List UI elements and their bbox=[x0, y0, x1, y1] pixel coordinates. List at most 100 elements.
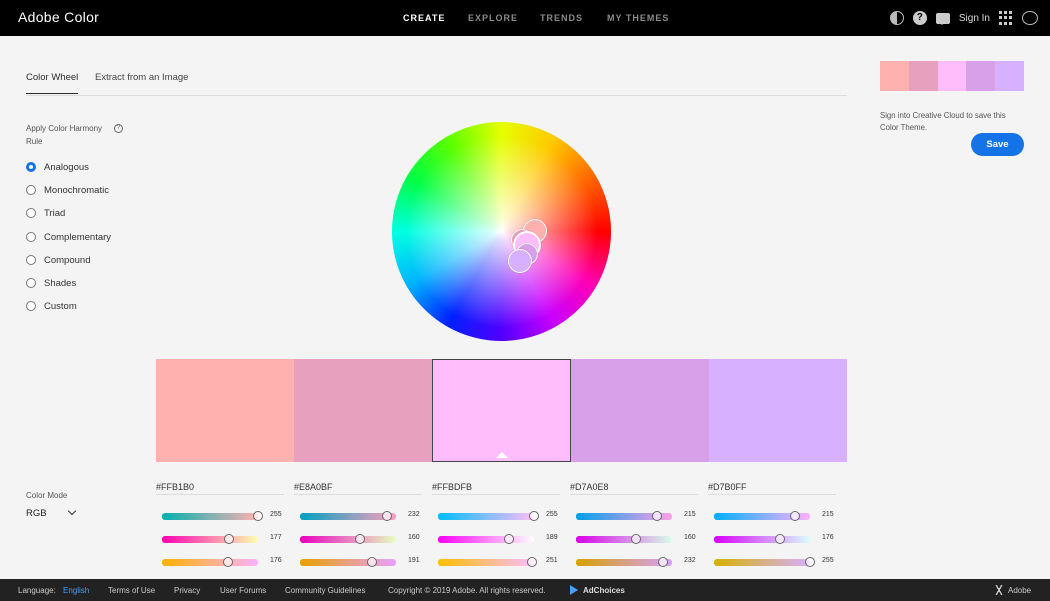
slider-knob[interactable] bbox=[367, 557, 377, 567]
green-slider[interactable]: 160 bbox=[300, 533, 422, 544]
blue-slider[interactable]: 191 bbox=[300, 556, 422, 567]
swatch-3[interactable] bbox=[432, 359, 571, 462]
creative-cloud-icon[interactable] bbox=[1022, 11, 1038, 25]
adchoices-icon[interactable] bbox=[570, 585, 578, 595]
save-button[interactable]: Save bbox=[971, 133, 1024, 156]
blue-slider[interactable]: 255 bbox=[714, 556, 836, 567]
slider-track[interactable] bbox=[576, 536, 672, 543]
adchoices-link[interactable]: AdChoices bbox=[583, 586, 625, 595]
radio-icon[interactable] bbox=[26, 208, 36, 218]
slider-track[interactable] bbox=[714, 559, 810, 566]
community-guidelines-link[interactable]: Community Guidelines bbox=[285, 586, 365, 595]
app-grid-icon[interactable] bbox=[999, 11, 1013, 25]
slider-track[interactable] bbox=[300, 559, 396, 566]
preview-swatch bbox=[908, 61, 938, 91]
hex-input[interactable]: #FFB1B0 bbox=[156, 478, 284, 495]
radio-icon[interactable] bbox=[26, 232, 36, 242]
red-slider[interactable]: 215 bbox=[714, 510, 836, 521]
slider-knob[interactable] bbox=[790, 511, 800, 521]
info-icon[interactable]: ? bbox=[114, 124, 123, 133]
slider-track[interactable] bbox=[438, 559, 534, 566]
slider-knob[interactable] bbox=[652, 511, 662, 521]
slider-knob[interactable] bbox=[658, 557, 668, 567]
blue-slider[interactable]: 251 bbox=[438, 556, 560, 567]
radio-icon[interactable] bbox=[26, 301, 36, 311]
slider-track[interactable] bbox=[714, 536, 810, 543]
nav-trends[interactable]: TRENDS bbox=[540, 13, 583, 23]
swatch-4[interactable] bbox=[570, 359, 709, 462]
theme-preview bbox=[880, 61, 1024, 91]
slider-knob[interactable] bbox=[355, 534, 365, 544]
privacy-link[interactable]: Privacy bbox=[174, 586, 200, 595]
slider-knob[interactable] bbox=[529, 511, 539, 521]
radio-icon[interactable] bbox=[26, 255, 36, 265]
slider-track[interactable] bbox=[438, 513, 534, 520]
slider-track[interactable] bbox=[300, 536, 396, 543]
slider-value: 160 bbox=[408, 534, 420, 541]
slider-knob[interactable] bbox=[631, 534, 641, 544]
swatch-2[interactable] bbox=[294, 359, 433, 462]
slider-knob[interactable] bbox=[382, 511, 392, 521]
nav-explore[interactable]: EXPLORE bbox=[468, 13, 518, 23]
help-icon[interactable]: ? bbox=[912, 11, 927, 25]
red-slider[interactable]: 255 bbox=[162, 510, 284, 521]
slider-knob[interactable] bbox=[504, 534, 514, 544]
slider-value: 191 bbox=[408, 557, 420, 564]
slider-knob[interactable] bbox=[224, 534, 234, 544]
language-link[interactable]: English bbox=[63, 586, 89, 595]
rule-triad[interactable]: Triad bbox=[26, 206, 65, 220]
radio-icon[interactable] bbox=[26, 185, 36, 195]
slider-value: 255 bbox=[822, 557, 834, 564]
terms-link[interactable]: Terms of Use bbox=[108, 586, 155, 595]
radio-icon[interactable] bbox=[26, 278, 36, 288]
color-wheel[interactable] bbox=[392, 122, 611, 341]
slider-track[interactable] bbox=[162, 513, 258, 520]
rule-complementary[interactable]: Complementary bbox=[26, 230, 111, 244]
rule-custom[interactable]: Custom bbox=[26, 299, 77, 313]
slider-knob[interactable] bbox=[775, 534, 785, 544]
nav-create[interactable]: CREATE bbox=[403, 13, 445, 23]
red-slider[interactable]: 232 bbox=[300, 510, 422, 521]
swatch-strip bbox=[156, 359, 848, 462]
rule-monochromatic[interactable]: Monochromatic bbox=[26, 183, 109, 197]
tab-color-wheel[interactable]: Color Wheel bbox=[26, 72, 79, 94]
red-slider[interactable]: 255 bbox=[438, 510, 560, 521]
hex-input[interactable]: #FFBDFB bbox=[432, 478, 560, 495]
rule-shades[interactable]: Shades bbox=[26, 276, 76, 290]
hex-input[interactable]: #E8A0BF bbox=[294, 478, 422, 495]
color-mode-select[interactable]: RGB bbox=[26, 508, 47, 519]
slider-knob[interactable] bbox=[527, 557, 537, 567]
footer: Language: English Terms of Use Privacy U… bbox=[0, 579, 1050, 601]
slider-track[interactable] bbox=[438, 536, 534, 543]
hex-input[interactable]: #D7B0FF bbox=[708, 478, 836, 495]
red-slider[interactable]: 215 bbox=[576, 510, 698, 521]
nav-my-themes[interactable]: MY THEMES bbox=[607, 13, 669, 23]
hex-input[interactable]: #D7A0E8 bbox=[570, 478, 698, 495]
color-column-3: #FFBDFB 255 189 251 bbox=[432, 478, 560, 567]
feedback-icon[interactable] bbox=[935, 12, 950, 25]
sign-in-link[interactable]: Sign In bbox=[959, 13, 990, 24]
tab-extract-image[interactable]: Extract from an Image bbox=[95, 72, 188, 93]
green-slider[interactable]: 160 bbox=[576, 533, 698, 544]
green-slider[interactable]: 176 bbox=[714, 533, 836, 544]
wheel-handle[interactable] bbox=[508, 249, 532, 273]
swatch-1[interactable] bbox=[156, 359, 295, 462]
user-forums-link[interactable]: User Forums bbox=[220, 586, 266, 595]
rule-analogous[interactable]: Analogous bbox=[26, 160, 89, 174]
slider-knob[interactable] bbox=[253, 511, 263, 521]
adobe-brand[interactable]: Adobe bbox=[1008, 586, 1031, 595]
color-column-4: #D7A0E8 215 160 232 bbox=[570, 478, 698, 567]
theme-toggle-icon[interactable] bbox=[889, 11, 904, 25]
radio-icon[interactable] bbox=[26, 162, 36, 172]
blue-slider[interactable]: 232 bbox=[576, 556, 698, 567]
rule-compound[interactable]: Compound bbox=[26, 253, 90, 267]
slider-track[interactable] bbox=[162, 559, 258, 566]
swatch-5[interactable] bbox=[708, 359, 848, 462]
slider-track[interactable] bbox=[162, 536, 258, 543]
slider-knob[interactable] bbox=[805, 557, 815, 567]
green-slider[interactable]: 177 bbox=[162, 533, 284, 544]
green-slider[interactable]: 189 bbox=[438, 533, 560, 544]
chevron-down-icon[interactable] bbox=[67, 506, 77, 516]
slider-knob[interactable] bbox=[223, 557, 233, 567]
blue-slider[interactable]: 176 bbox=[162, 556, 284, 567]
